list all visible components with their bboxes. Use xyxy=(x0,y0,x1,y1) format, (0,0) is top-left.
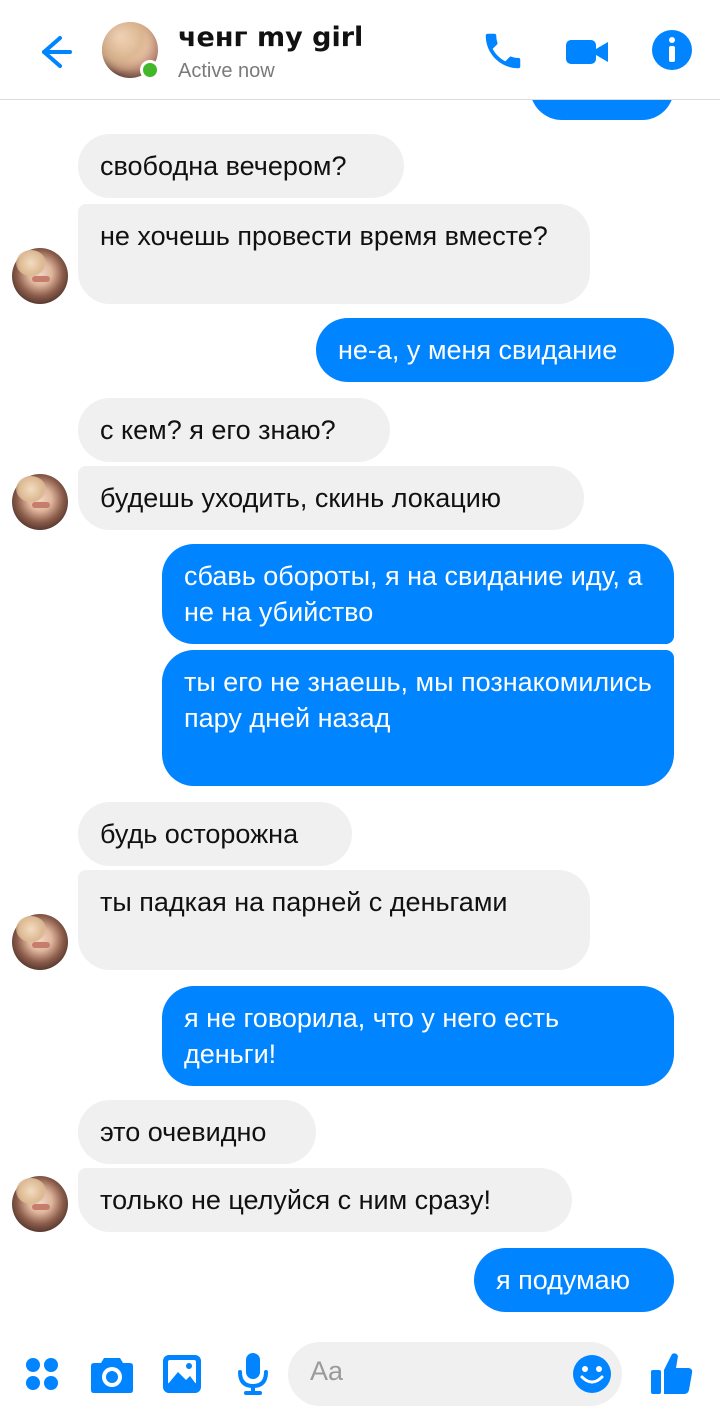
camera-icon[interactable] xyxy=(90,1352,134,1394)
message-outgoing[interactable]: я не говорила, что у него есть деньги! xyxy=(162,986,674,1086)
message-incoming[interactable]: это очевидно xyxy=(78,1100,316,1164)
emoji-icon[interactable] xyxy=(572,1354,612,1394)
gallery-icon[interactable] xyxy=(162,1354,202,1394)
online-indicator xyxy=(140,60,160,80)
message-incoming[interactable]: свободна вечером? xyxy=(78,134,404,198)
sender-avatar[interactable] xyxy=(12,474,68,530)
conversation-header: ченг my girl Active now xyxy=(0,0,720,100)
sender-avatar[interactable] xyxy=(12,914,68,970)
message-incoming[interactable]: не хочешь провести время вместе? xyxy=(78,204,590,304)
contact-status: Active now xyxy=(178,60,275,82)
phone-call-icon[interactable] xyxy=(480,28,526,74)
message-incoming[interactable]: будь осторожна xyxy=(78,802,352,866)
contact-name[interactable]: ченг my girl xyxy=(178,22,363,53)
message-input-placeholder: Aa xyxy=(310,1356,344,1386)
message-outgoing[interactable]: не-а, у меня свидание xyxy=(316,318,674,382)
sender-avatar[interactable] xyxy=(12,248,68,304)
microphone-icon[interactable] xyxy=(236,1352,270,1396)
message-outgoing[interactable]: сбавь обороты, я на свидание иду, а не н… xyxy=(162,544,674,644)
message-incoming[interactable]: только не целуйся с ним сразу! xyxy=(78,1168,572,1232)
back-arrow-icon[interactable] xyxy=(30,30,74,74)
message-incoming[interactable]: ты падкая на парней с деньгами xyxy=(78,870,590,970)
info-icon[interactable] xyxy=(650,28,694,72)
message-incoming[interactable]: с кем? я его знаю? xyxy=(78,398,390,462)
sender-avatar[interactable] xyxy=(12,1176,68,1232)
video-call-icon[interactable] xyxy=(562,30,612,74)
message-outgoing[interactable]: я подумаю xyxy=(474,1248,674,1312)
message-outgoing[interactable]: ты его не знаешь, мы познакомились пару … xyxy=(162,650,674,786)
message-incoming[interactable]: будешь уходить, скинь локацию xyxy=(78,466,584,530)
more-actions-icon[interactable] xyxy=(24,1356,60,1392)
thumbs-up-icon[interactable] xyxy=(650,1350,694,1396)
